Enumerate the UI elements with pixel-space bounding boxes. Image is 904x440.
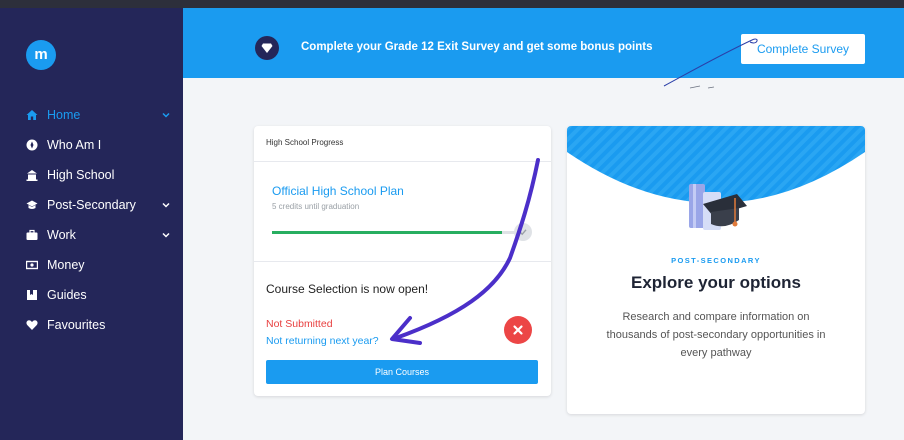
sidebar-item-who-am-i[interactable]: Who Am I <box>0 130 183 160</box>
category-kicker: POST-SECONDARY <box>671 256 761 265</box>
sidebar-item-label: Work <box>47 228 76 242</box>
sidebar-item-guides[interactable]: Guides <box>0 280 183 310</box>
plan-title-link[interactable]: Official High School Plan <box>272 184 404 198</box>
chevron-down-icon[interactable] <box>161 110 171 120</box>
sidebar-item-post-secondary[interactable]: Post-Secondary <box>0 190 183 220</box>
sidebar-item-label: Favourites <box>47 318 106 332</box>
sidebar-item-label: Post-Secondary <box>47 198 136 212</box>
top-strip <box>0 0 904 8</box>
not-returning-link[interactable]: Not returning next year? <box>266 335 379 347</box>
annotation-scribble-tail <box>689 85 715 89</box>
sidebar-item-label: High School <box>47 168 115 182</box>
banner-message: Complete your Grade 12 Exit Survey and g… <box>301 41 653 53</box>
survey-banner: Complete your Grade 12 Exit Survey and g… <box>183 8 904 78</box>
card-header: High School Progress <box>254 126 551 162</box>
check-icon <box>514 223 532 241</box>
high-school-progress-card: High School Progress Official High Schoo… <box>254 126 551 396</box>
sidebar-item-label: Who Am I <box>47 138 102 152</box>
sidebar-item-work[interactable]: Work <box>0 220 183 250</box>
sidebar-item-home[interactable]: Home <box>0 100 183 130</box>
explore-title: Explore your options <box>630 273 802 292</box>
sidebar-item-money[interactable]: Money <box>0 250 183 280</box>
plan-section: Official High School Plan 5 credits unti… <box>254 162 551 262</box>
explore-options-card[interactable]: POST-SECONDARY Explore your options Rese… <box>567 126 865 414</box>
course-selection-title: Course Selection is now open! <box>266 282 429 296</box>
complete-survey-button[interactable]: Complete Survey <box>741 34 865 64</box>
close-icon <box>504 316 532 344</box>
graduation-cap-icon <box>26 199 38 211</box>
sidebar-item-label: Money <box>47 258 85 272</box>
compass-icon <box>26 139 38 151</box>
sidebar-item-favourites[interactable]: Favourites <box>0 310 183 340</box>
explore-description: Research and compare information on thou… <box>606 311 826 359</box>
book-icon <box>26 289 38 301</box>
sidebar-item-high-school[interactable]: High School <box>0 160 183 190</box>
sidebar-item-label: Home <box>47 108 81 122</box>
progress-track <box>272 231 528 234</box>
heart-icon <box>26 319 38 331</box>
diamond-icon <box>255 36 279 60</box>
school-icon <box>26 169 38 181</box>
home-icon <box>26 109 38 121</box>
app-logo[interactable]: m <box>26 40 56 70</box>
chevron-down-icon[interactable] <box>161 200 171 210</box>
sidebar: m Home Who Am I High School Post-Seconda… <box>0 8 183 440</box>
plan-subtitle: 5 credits until graduation <box>272 202 360 211</box>
plan-courses-button[interactable]: Plan Courses <box>266 360 538 384</box>
progress-fill <box>272 231 503 234</box>
sidebar-item-label: Guides <box>47 288 87 302</box>
money-icon <box>26 259 38 271</box>
briefcase-icon <box>26 229 38 241</box>
books-graduation-cap-icon <box>689 184 747 230</box>
chevron-down-icon[interactable] <box>161 230 171 240</box>
status-text: Not Submitted <box>266 318 333 330</box>
sidebar-nav: Home Who Am I High School Post-Secondary <box>0 100 183 340</box>
